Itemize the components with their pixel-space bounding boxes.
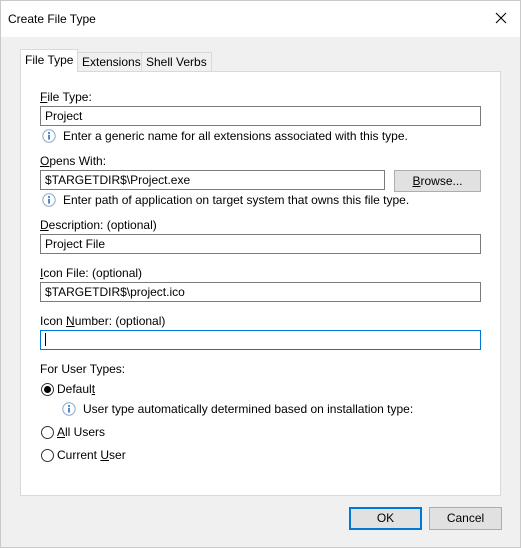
- title-bar: Create File Type: [1, 1, 520, 37]
- radio-all-users[interactable]: [41, 426, 54, 439]
- create-file-type-dialog: Create File Type File Type Extensions Sh…: [0, 0, 521, 548]
- tab-shell-verbs[interactable]: Shell Verbs: [141, 52, 212, 71]
- icon-file-input[interactable]: $TARGETDIR$\project.ico: [40, 282, 481, 302]
- info-icon: [62, 402, 76, 416]
- opens-with-hint: Enter path of application on target syst…: [63, 193, 410, 207]
- cancel-button[interactable]: Cancel: [429, 507, 502, 530]
- tab-extensions[interactable]: Extensions: [77, 52, 146, 71]
- description-label: Description: (optional): [40, 218, 157, 232]
- browse-button[interactable]: Browse...: [394, 170, 481, 192]
- icon-file-label: Icon File: (optional): [40, 266, 143, 280]
- info-icon: [42, 193, 56, 207]
- icon-number-input[interactable]: [40, 330, 481, 350]
- file-type-panel: File Type: Project Enter a generic name …: [20, 71, 501, 496]
- ok-button[interactable]: OK: [349, 507, 422, 530]
- file-type-input[interactable]: Project: [40, 106, 481, 126]
- opens-with-input[interactable]: $TARGETDIR$\Project.exe: [40, 170, 385, 190]
- info-icon: [42, 129, 56, 143]
- icon-number-label: Icon Number: (optional): [40, 314, 166, 328]
- file-type-hint: Enter a generic name for all extensions …: [63, 129, 408, 143]
- radio-default-label[interactable]: Default: [57, 382, 95, 396]
- description-input[interactable]: Project File: [40, 234, 481, 254]
- radio-all-users-label[interactable]: All Users: [57, 425, 105, 439]
- tab-file-type[interactable]: File Type: [20, 49, 79, 72]
- radio-current-user[interactable]: [41, 449, 54, 462]
- radio-default[interactable]: [41, 383, 54, 396]
- file-type-label: File Type:: [40, 90, 92, 104]
- close-icon[interactable]: [493, 10, 509, 26]
- radio-current-user-label[interactable]: Current User: [57, 448, 126, 462]
- opens-with-label: Opens With:: [40, 154, 107, 168]
- default-user-type-hint: User type automatically determined based…: [83, 402, 414, 416]
- radio-selected-dot: [44, 386, 51, 393]
- window-title: Create File Type: [8, 12, 96, 26]
- text-caret: [45, 333, 46, 347]
- user-types-label: For User Types:: [40, 362, 126, 376]
